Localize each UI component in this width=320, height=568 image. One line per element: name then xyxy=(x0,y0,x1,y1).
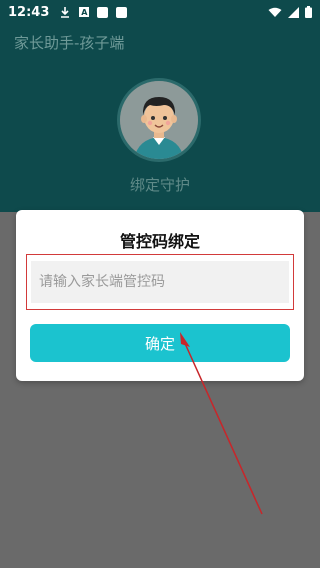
app-notification-icon xyxy=(97,6,109,18)
battery-icon xyxy=(305,6,312,18)
dialog-title: 管控码绑定 xyxy=(119,232,200,251)
status-time: 12:43 xyxy=(8,4,50,20)
app-header-area: 家长助手-孩子端 绑定守护 xyxy=(0,24,320,212)
system-icons xyxy=(268,6,312,18)
app-notification-icon-2 xyxy=(116,6,128,18)
signal-icon xyxy=(288,6,299,18)
status-bar: 12:43 A xyxy=(0,0,320,24)
bind-code-dialog: 管控码绑定 确定 xyxy=(16,210,304,381)
app-title: 家长助手-孩子端 xyxy=(14,34,125,52)
a-notification-icon: A xyxy=(79,7,90,17)
avatar[interactable] xyxy=(117,78,201,162)
download-icon xyxy=(61,7,70,18)
input-highlight-frame xyxy=(26,254,294,310)
confirm-button[interactable]: 确定 xyxy=(30,324,290,362)
avatar-boy-icon xyxy=(120,81,198,159)
wifi-icon xyxy=(268,7,282,17)
bind-guard-label[interactable]: 绑定守护 xyxy=(0,174,320,195)
notification-icons: A xyxy=(59,6,128,18)
control-code-input[interactable] xyxy=(31,261,289,303)
